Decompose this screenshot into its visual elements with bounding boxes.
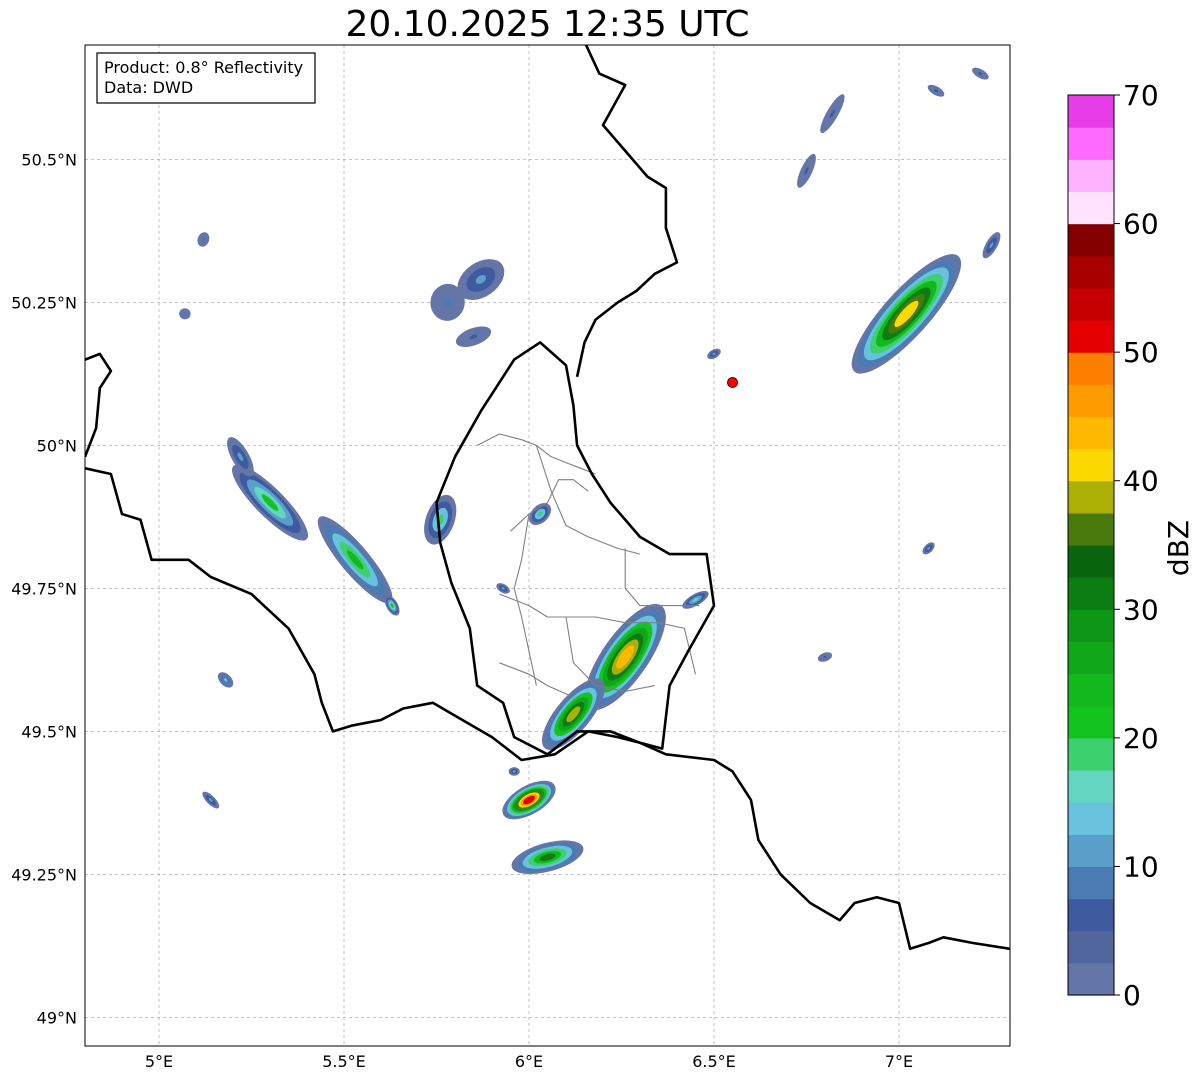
- colorbar-bin: [1068, 545, 1114, 578]
- lon-tick-label: 7°E: [885, 1052, 913, 1071]
- lon-tick-label: 6°E: [515, 1052, 543, 1071]
- country-border: [575, 45, 679, 378]
- country-border: [85, 352, 113, 458]
- country-border: [85, 467, 1010, 951]
- colorbar-tick-label: 60: [1123, 208, 1159, 241]
- colorbar-bin: [1068, 223, 1114, 257]
- echo-cell: [511, 840, 584, 875]
- echo-cell: [179, 308, 191, 320]
- lon-tick-label: 5°E: [145, 1052, 173, 1071]
- echo-cell: [197, 232, 210, 247]
- colorbar-bin: [1068, 802, 1114, 835]
- colorbar-bin: [1068, 95, 1114, 128]
- gridlines: [85, 45, 1010, 1046]
- colorbar-bin: [1068, 898, 1114, 932]
- colorbar-bin: [1068, 416, 1114, 450]
- colorbar-bin: [1068, 930, 1114, 964]
- district-border: [624, 548, 700, 607]
- colorbar-bin: [1068, 480, 1114, 514]
- colorbar-bin: [1068, 962, 1114, 996]
- radar-site-layer: [727, 377, 738, 388]
- district-border: [513, 513, 537, 686]
- colorbar-bin: [1068, 609, 1114, 643]
- colorbar-bin: [1068, 866, 1114, 900]
- lat-tick-label: 49.5°N: [21, 722, 77, 741]
- echo-cell: [982, 232, 1001, 259]
- border-lines: [85, 45, 1010, 951]
- colorbar-bin: [1068, 577, 1114, 610]
- colorbar-bin: [1068, 384, 1114, 418]
- colorbar-bin: [1068, 705, 1114, 739]
- echo-cell: [820, 94, 845, 134]
- info-product: Product: 0.8° Reflectivity: [104, 58, 303, 77]
- echo-cell: [508, 767, 520, 776]
- colorbar-bin: [1068, 512, 1114, 546]
- lat-tick-label: 49.75°N: [11, 579, 77, 598]
- lat-tick-label: 50°N: [37, 436, 77, 455]
- radar-figure: 20.10.2025 12:35 UTC Product: 0.8° Refle…: [0, 0, 1202, 1081]
- colorbar: 0 10 20 30 40 50 60 70: [1067, 79, 1159, 1012]
- lat-tick-label: 50.25°N: [11, 293, 77, 312]
- map-frame: [84, 44, 1011, 1047]
- colorbar-bin: [1068, 448, 1114, 482]
- colorbar-bin: [1068, 770, 1114, 803]
- colorbar-tick-label: 0: [1123, 979, 1141, 1012]
- district-border: [535, 445, 641, 555]
- echo-cell: [541, 678, 605, 750]
- colorbar-tick-label: 30: [1123, 593, 1159, 626]
- echo-cell: [927, 84, 945, 97]
- echo-cell: [922, 542, 935, 555]
- colorbar-bin: [1068, 641, 1114, 675]
- colorbar-tick-label: 10: [1123, 850, 1159, 883]
- info-box: Product: 0.8° Reflectivity Data: DWD: [96, 52, 316, 104]
- echo-cell: [682, 590, 709, 609]
- echo-cell: [455, 326, 492, 347]
- latitude-tick-labels: 50.5°N 50.25°N 50°N 49.75°N 49.5°N 49.25°N 49°…: [11, 150, 77, 1027]
- echo-cell: [202, 791, 220, 809]
- colorbar-tick-label: 20: [1123, 722, 1159, 755]
- echo-cell: [496, 583, 510, 594]
- colorbar-bin: [1068, 320, 1114, 353]
- colorbar-bin: [1068, 255, 1114, 289]
- echo-cell: [972, 67, 989, 80]
- colorbar-bin: [1068, 737, 1114, 771]
- echo-cell: [217, 672, 234, 688]
- colorbar-bin: [1068, 287, 1114, 321]
- colorbar-tick-label: 50: [1123, 336, 1159, 369]
- echo-cell: [851, 254, 962, 374]
- lon-tick-label: 6.5°E: [692, 1052, 736, 1071]
- info-data-source: Data: DWD: [104, 78, 193, 97]
- echo-level: [512, 770, 516, 773]
- echo-cell: [232, 464, 308, 541]
- radar-map: Product: 0.8° Reflectivity Data: DWD 5°E…: [11, 44, 1195, 1071]
- colorbar-bin: [1068, 191, 1114, 225]
- colorbar-bin: [1068, 352, 1114, 385]
- lat-tick-label: 49.25°N: [11, 865, 77, 884]
- colorbar-label: dBZ: [1162, 520, 1195, 576]
- lon-tick-label: 5.5°E: [322, 1052, 366, 1071]
- colorbar-tick-label: 70: [1123, 79, 1159, 112]
- district-border: [499, 662, 574, 698]
- colorbar-bin: [1068, 159, 1114, 193]
- colorbar-tick-label: 40: [1123, 465, 1159, 498]
- longitude-tick-labels: 5°E 5.5°E 6°E 6.5°E 7°E: [145, 1052, 913, 1071]
- echo-cell: [817, 652, 833, 662]
- colorbar-bin: [1068, 673, 1114, 707]
- lat-tick-label: 49°N: [37, 1008, 77, 1027]
- radar-site-marker: [727, 377, 738, 388]
- colorbar-bin: [1068, 127, 1114, 160]
- echo-cell: [797, 153, 816, 188]
- colorbar-bin: [1068, 834, 1114, 868]
- lat-tick-label: 50.5°N: [21, 150, 77, 169]
